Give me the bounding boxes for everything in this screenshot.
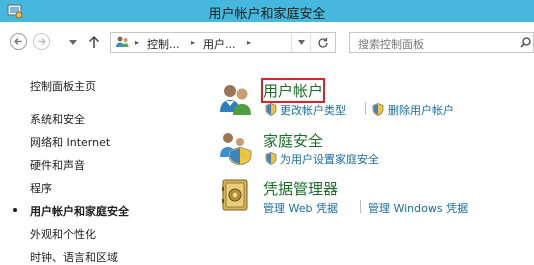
breadcrumb-item[interactable]: 用户...	[203, 36, 236, 52]
search-box[interactable]: 搜索控制面板	[349, 32, 534, 53]
title-bar: 用户帐户和家庭安全	[0, 0, 534, 22]
sidebar-item-control-panel-home[interactable]: 控制面板主页	[30, 78, 96, 94]
uac-shield-icon	[265, 103, 277, 116]
forward-arrow-icon	[38, 38, 46, 45]
sidebar-item-network-internet[interactable]: 网络和 Internet	[30, 134, 110, 150]
search-placeholder: 搜索控制面板	[358, 38, 424, 51]
family-safety-icon[interactable]	[218, 131, 254, 165]
sidebar-item-appearance[interactable]: 外观和个性化	[30, 226, 96, 242]
setup-family-safety-link[interactable]: 为用户设置家庭安全	[280, 151, 379, 167]
divider	[310, 33, 311, 52]
link-separator	[365, 102, 366, 115]
delete-user-account-link[interactable]: 删除用户帐户	[388, 102, 454, 118]
chevron-down-icon[interactable]	[69, 40, 77, 45]
users-icon[interactable]	[218, 82, 254, 116]
selected-bullet-icon	[13, 208, 17, 212]
navigation-bar: ▸ 控制... ▸ 用户... ▸ 搜索控制面板	[0, 22, 534, 62]
sidebar-item-programs[interactable]: 程序	[30, 180, 52, 196]
uac-shield-icon	[265, 152, 277, 165]
credential-vault-icon[interactable]	[220, 178, 250, 212]
window-title: 用户帐户和家庭安全	[208, 7, 326, 22]
breadcrumb-separator-icon: ▸	[247, 38, 252, 47]
breadcrumb-separator-icon: ▸	[135, 38, 140, 47]
users-breadcrumb-icon	[116, 36, 129, 47]
user-accounts-title[interactable]: 用户帐户	[260, 78, 326, 103]
breadcrumb-separator-icon: ▸	[191, 38, 196, 47]
uac-shield-icon	[372, 103, 384, 116]
up-arrow-icon[interactable]	[88, 35, 100, 49]
breadcrumb-item[interactable]: 控制...	[147, 36, 180, 52]
refresh-icon[interactable]	[317, 37, 329, 49]
address-dropdown-icon[interactable]	[298, 40, 305, 45]
manage-web-credentials-link[interactable]: 管理 Web 凭据	[263, 200, 338, 216]
sidebar-item-hardware-sound[interactable]: 硬件和声音	[30, 157, 85, 173]
address-bar[interactable]: ▸ 控制... ▸ 用户... ▸	[110, 32, 336, 53]
family-safety-title[interactable]: 家庭安全	[263, 130, 323, 151]
forward-button[interactable]	[33, 33, 50, 50]
left-navigation: 控制面板主页 系统和安全 网络和 Internet 硬件和声音 程序 用户帐户和…	[0, 62, 205, 264]
search-icon[interactable]	[520, 37, 531, 48]
change-account-type-link[interactable]: 更改帐户类型	[280, 102, 346, 118]
link-separator	[360, 200, 361, 213]
divider	[291, 33, 292, 52]
back-arrow-icon	[14, 38, 22, 45]
credential-manager-title[interactable]: 凭据管理器	[263, 178, 338, 199]
back-button[interactable]	[10, 33, 27, 50]
sidebar-item-user-accounts-family[interactable]: 用户帐户和家庭安全	[30, 203, 129, 219]
manage-windows-credentials-link[interactable]: 管理 Windows 凭据	[368, 200, 468, 216]
sidebar-item-system-security[interactable]: 系统和安全	[30, 111, 85, 127]
